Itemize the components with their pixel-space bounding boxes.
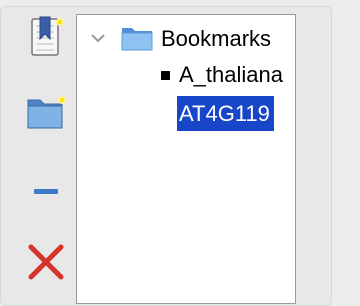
folder-new-icon	[27, 96, 66, 129]
tree-item-bookmarks[interactable]: Bookmarks	[161, 25, 271, 53]
remove-button[interactable]	[22, 170, 70, 214]
delete-button[interactable]	[22, 240, 70, 284]
add-bookmark-button[interactable]	[22, 16, 70, 60]
close-icon	[28, 244, 64, 280]
bookmark-tree[interactable]: Bookmarks A_thaliana AT4G119	[76, 14, 296, 304]
tree-item-a-thaliana[interactable]: A_thaliana	[179, 61, 283, 89]
tree-item-selected[interactable]: AT4G119	[177, 96, 274, 131]
new-folder-button[interactable]	[22, 90, 70, 134]
bookmark-toolbar	[14, 10, 76, 300]
bullet-icon	[161, 71, 170, 80]
folder-icon	[121, 28, 153, 51]
chevron-down-icon[interactable]	[89, 29, 107, 47]
bookmark-add-icon	[31, 16, 64, 56]
minus-icon	[34, 189, 58, 194]
